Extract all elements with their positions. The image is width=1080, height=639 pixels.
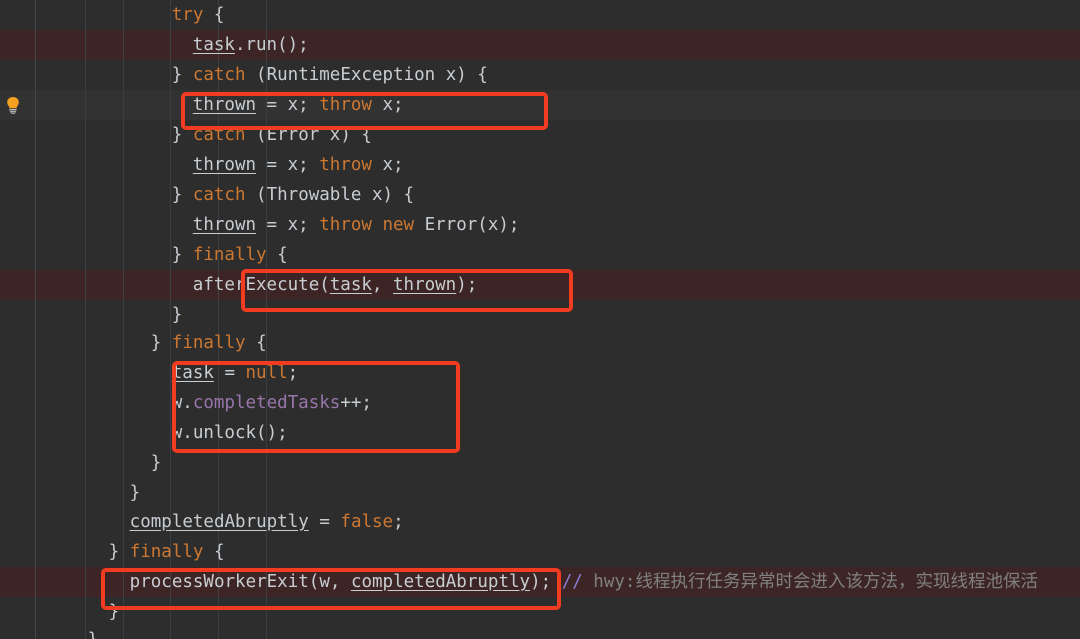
- code-line[interactable]: thrown = x; throw new Error(x);: [193, 210, 520, 240]
- code-line[interactable]: }: [151, 448, 162, 478]
- code-token-plain: processWorkerExit(w,: [129, 572, 351, 592]
- code-line[interactable]: } catch (Throwable x) {: [172, 180, 414, 210]
- code-token-field: thrown: [192, 155, 257, 175]
- code-token-plain: Error(x);: [414, 215, 520, 235]
- code-token-kw: new: [382, 215, 415, 235]
- code-token-punct: }: [171, 125, 193, 145]
- code-token-plain: w.unlock();: [171, 423, 288, 443]
- code-token-field: task: [329, 275, 372, 295]
- code-token-plain: ;: [393, 512, 404, 532]
- lightbulb-icon[interactable]: [5, 96, 21, 115]
- code-token-kw: catch: [192, 125, 246, 145]
- code-token-punct: }: [108, 542, 130, 562]
- code-line[interactable]: thrown = x; throw x;: [193, 90, 404, 120]
- code-token-plain: (RuntimeException x) {: [245, 65, 488, 85]
- code-token-punct: }: [171, 65, 193, 85]
- code-token-punct: }: [129, 483, 141, 503]
- error-line-highlight: [0, 270, 1080, 300]
- code-token-plain: {: [245, 333, 267, 353]
- code-token-punct: }: [171, 305, 183, 325]
- code-line[interactable]: processWorkerExit(w, completedAbruptly);…: [130, 567, 1038, 597]
- code-token-kw: finally: [192, 245, 267, 265]
- code-token-plain: = x;: [256, 95, 320, 115]
- code-token-plain: );: [456, 275, 478, 295]
- code-token-punct: }: [150, 333, 172, 353]
- code-token-plain: w.: [171, 393, 193, 413]
- code-line[interactable]: task = null;: [172, 358, 298, 388]
- code-token-plain: ,: [371, 275, 393, 295]
- code-token-punct: {: [213, 5, 225, 25]
- code-token-plain: = x;: [256, 215, 320, 235]
- code-token-field: completedAbruptly: [350, 572, 531, 592]
- code-token-kw: throw: [319, 215, 372, 235]
- code-token-kw: throw: [319, 95, 372, 115]
- code-token-cmtsl: //: [561, 572, 583, 592]
- code-line[interactable]: }: [88, 625, 99, 639]
- code-token-punct: }: [88, 630, 99, 639]
- error-line-highlight: [0, 30, 1080, 60]
- code-token-plain: ;: [287, 363, 299, 383]
- code-token-kw: null: [245, 363, 288, 383]
- indent-guide: [35, 0, 36, 639]
- code-line[interactable]: }: [109, 597, 120, 627]
- code-token-plain: );: [530, 572, 552, 592]
- code-editor[interactable]: try {task.run();} catch (RuntimeExceptio…: [0, 0, 1080, 639]
- code-token-plain: (Error x) {: [245, 125, 372, 145]
- code-token-field: task: [171, 363, 214, 383]
- code-line[interactable]: } catch (Error x) {: [172, 120, 372, 150]
- code-line[interactable]: thrown = x; throw x;: [193, 150, 404, 180]
- code-line[interactable]: task.run();: [193, 30, 309, 60]
- code-token-punct: }: [150, 453, 162, 473]
- code-line[interactable]: } finally {: [151, 328, 267, 358]
- code-token-plain: {: [203, 542, 225, 562]
- code-token-kw: try: [171, 5, 204, 25]
- code-token-field: thrown: [192, 95, 257, 115]
- code-token-plain: afterExecute(: [192, 275, 330, 295]
- code-token-kw: catch: [192, 65, 246, 85]
- code-line[interactable]: } finally {: [172, 240, 288, 270]
- code-line[interactable]: } finally {: [109, 537, 225, 567]
- code-token-kw: throw: [319, 155, 372, 175]
- code-token-punct: }: [171, 185, 193, 205]
- code-token-kw: finally: [129, 542, 204, 562]
- code-token-fieldv: completedTasks: [192, 393, 341, 413]
- code-token-kw: catch: [192, 185, 246, 205]
- code-token-punct: }: [108, 602, 120, 622]
- code-token-plain: =: [308, 512, 341, 532]
- code-token-punct: }: [171, 245, 193, 265]
- code-token-field: thrown: [192, 215, 257, 235]
- indent-guide: [85, 0, 86, 639]
- code-token-plain: ++;: [340, 393, 372, 413]
- code-line[interactable]: w.completedTasks++;: [172, 388, 372, 418]
- code-token-field: completedAbruptly: [129, 512, 309, 532]
- code-token-field: task: [192, 35, 235, 55]
- code-line[interactable]: afterExecute(task, thrown);: [193, 270, 478, 300]
- code-token-kw: finally: [171, 333, 246, 353]
- code-line[interactable]: } catch (RuntimeException x) {: [172, 60, 488, 90]
- code-token-plain: (Throwable x) {: [245, 185, 415, 205]
- code-token-kw: false: [340, 512, 394, 532]
- code-line[interactable]: }: [130, 478, 141, 508]
- code-line[interactable]: completedAbruptly = false;: [130, 507, 404, 537]
- code-line[interactable]: try {: [172, 0, 225, 30]
- code-token-plain: x;: [371, 95, 404, 115]
- code-token-field: thrown: [393, 275, 457, 295]
- code-token-plain: = x;: [256, 155, 320, 175]
- caret-line-highlight: [0, 90, 1080, 120]
- code-token-plain: =: [213, 363, 246, 383]
- code-line[interactable]: w.unlock();: [172, 418, 288, 448]
- code-token-plain: .run();: [234, 35, 309, 55]
- code-token-plain: {: [266, 245, 288, 265]
- code-token-plain: x;: [371, 155, 404, 175]
- code-token-cmt: hwy:线程执行任务异常时会进入该方法，实现线程池保活: [582, 572, 1038, 592]
- code-line[interactable]: }: [172, 300, 183, 330]
